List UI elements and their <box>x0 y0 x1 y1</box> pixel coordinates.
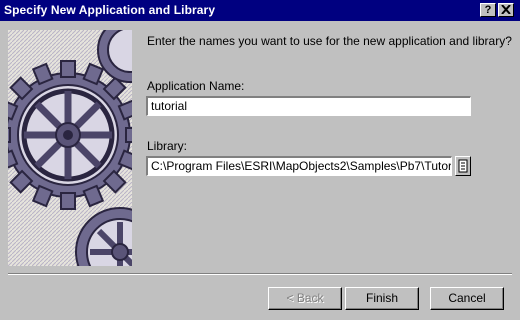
browse-button[interactable] <box>455 156 471 176</box>
close-button[interactable] <box>498 3 514 17</box>
cancel-button[interactable]: Cancel <box>430 287 504 310</box>
back-button[interactable]: < Back <box>268 287 342 310</box>
gears-illustration <box>8 30 132 266</box>
gears-icon <box>8 30 132 266</box>
library-label: Library: <box>147 139 188 153</box>
close-icon <box>501 4 511 15</box>
dialog-window: Specify New Application and Library ? En… <box>0 0 520 320</box>
library-path-input[interactable]: C:\Program Files\ESRI\MapObjects2\Sample… <box>146 156 452 176</box>
application-name-label: Application Name: <box>147 79 245 93</box>
button-separator <box>8 273 512 275</box>
help-button[interactable]: ? <box>480 3 496 17</box>
folder-browse-icon <box>458 159 468 173</box>
instruction-text: Enter the names you want to use for the … <box>147 34 512 48</box>
title-bar[interactable]: Specify New Application and Library ? <box>0 0 520 21</box>
finish-button[interactable]: Finish <box>345 287 419 310</box>
application-name-input[interactable]: tutorial <box>146 96 471 116</box>
window-title: Specify New Application and Library <box>4 3 216 17</box>
